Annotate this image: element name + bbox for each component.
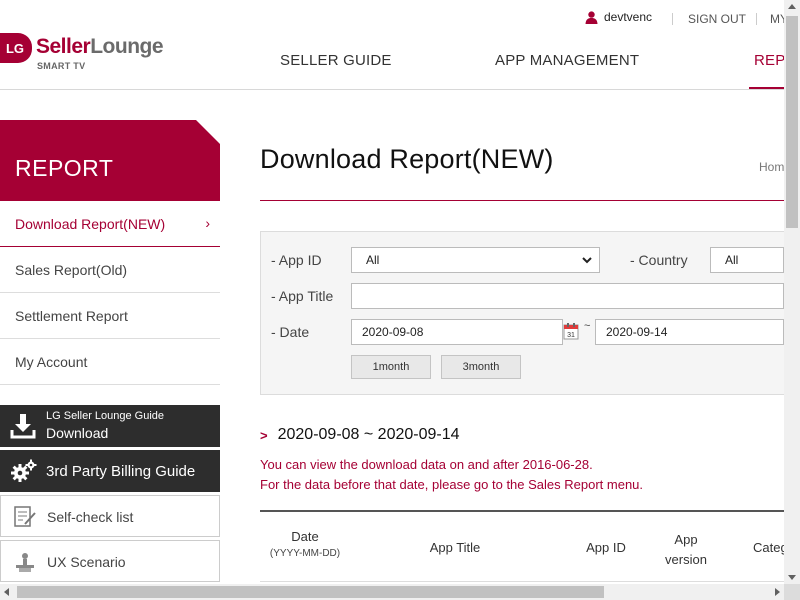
self-check-list-button[interactable]: Self-check list bbox=[0, 495, 220, 537]
gear-icon bbox=[11, 459, 37, 482]
app-title-input[interactable] bbox=[351, 283, 784, 309]
sidebar-item-my-account[interactable]: My Account bbox=[0, 339, 220, 385]
vertical-scrollbar[interactable] bbox=[784, 0, 800, 584]
svg-text:31: 31 bbox=[567, 332, 575, 339]
column-app-title: App Title bbox=[429, 540, 481, 555]
notice-line-2: For the data before that date, please go… bbox=[260, 477, 644, 492]
app-id-label: - App ID bbox=[271, 252, 322, 268]
divider bbox=[756, 13, 757, 25]
column-app-id: App ID bbox=[586, 540, 626, 555]
horizontal-scrollbar[interactable] bbox=[0, 584, 784, 600]
scenario-icon bbox=[16, 553, 34, 572]
ux-scenario-button[interactable]: UX Scenario bbox=[0, 540, 220, 582]
date-from-input[interactable]: 2020-09-08 bbox=[351, 319, 563, 345]
sidebar-item-label: My Account bbox=[15, 353, 88, 370]
sidebar-title: REPORT bbox=[0, 120, 220, 201]
scroll-up-arrow-icon[interactable] bbox=[788, 4, 796, 9]
scroll-left-arrow-icon[interactable] bbox=[4, 588, 9, 596]
page-title: Download Report(NEW) bbox=[260, 144, 554, 174]
horizontal-scroll-thumb[interactable] bbox=[17, 586, 604, 598]
country-label: - Country bbox=[630, 252, 688, 268]
scroll-right-arrow-icon[interactable] bbox=[775, 588, 780, 596]
utility-bar: devtvenc SIGN OUT MY bbox=[585, 10, 800, 30]
date-range-heading: > 2020-09-08 ~ 2020-09-14 bbox=[260, 426, 460, 444]
column-app-version: App version bbox=[665, 532, 707, 567]
app-id-select[interactable]: All bbox=[351, 247, 600, 273]
guide-download-button[interactable]: LG Seller Lounge Guide Download bbox=[0, 405, 220, 447]
sidebar-item-settlement-report[interactable]: Settlement Report bbox=[0, 293, 220, 339]
date-range-text: 2020-09-08 ~ 2020-09-14 bbox=[277, 426, 460, 443]
table-divider bbox=[260, 581, 784, 582]
nav-app-management[interactable]: APP MANAGEMENT bbox=[495, 52, 639, 69]
three-month-button[interactable]: 3month bbox=[441, 355, 521, 379]
app-title-label: - App Title bbox=[271, 288, 334, 304]
lg-logo-badge: LG bbox=[0, 33, 32, 63]
guide-small-label: LG Seller Lounge Guide bbox=[46, 410, 165, 422]
app-id-value: All bbox=[366, 253, 380, 267]
billing-guide-button[interactable]: 3rd Party Billing Guide bbox=[0, 450, 220, 492]
chevron-down-icon bbox=[582, 257, 592, 264]
page: devtvenc SIGN OUT MY LG SellerLounge SMA… bbox=[0, 0, 800, 600]
username: devtvenc bbox=[604, 10, 653, 24]
self-check-list-label: Self-check list bbox=[47, 509, 134, 525]
sidebar-item-label: Sales Report(Old) bbox=[15, 261, 128, 278]
sidebar-item-sales-report[interactable]: Sales Report(Old) bbox=[0, 247, 220, 293]
checklist-icon bbox=[14, 506, 36, 527]
vertical-scroll-thumb[interactable] bbox=[786, 16, 798, 228]
date-to-value: 2020-09-14 bbox=[606, 325, 668, 339]
report-table-header: Date (YYYY-MM-DD) App Title App ID App ve… bbox=[260, 510, 800, 582]
divider bbox=[672, 13, 673, 25]
sidebar-item-label: Settlement Report bbox=[15, 307, 128, 324]
logo-wordmark: SellerLounge bbox=[36, 35, 164, 58]
one-month-button[interactable]: 1month bbox=[351, 355, 431, 379]
calendar-icon[interactable]: 31 bbox=[563, 322, 579, 340]
download-icon bbox=[10, 414, 36, 439]
guide-big-label: Download bbox=[46, 425, 109, 441]
sidebar-title-text: REPORT bbox=[15, 155, 114, 181]
date-label: - Date bbox=[271, 324, 310, 340]
title-divider bbox=[260, 200, 784, 201]
scroll-down-arrow-icon[interactable] bbox=[788, 575, 796, 580]
notice-line-1: You can view the download data on and af… bbox=[260, 457, 593, 472]
user-icon bbox=[585, 10, 598, 24]
chevron-right-icon: › bbox=[205, 215, 210, 231]
column-date: Date (YYYY-MM-DD) bbox=[269, 529, 341, 559]
sidebar-item-download-report[interactable]: Download Report(NEW) › bbox=[0, 201, 220, 247]
date-from-value: 2020-09-08 bbox=[362, 325, 424, 339]
scrollbar-corner bbox=[784, 584, 800, 600]
sidebar-item-label: Download Report(NEW) bbox=[15, 215, 166, 232]
user-menu[interactable]: devtvenc bbox=[585, 10, 652, 24]
nav-seller-guide[interactable]: SELLER GUIDE bbox=[280, 52, 392, 69]
date-to-input[interactable]: 2020-09-14 bbox=[595, 319, 784, 345]
header-divider bbox=[0, 89, 784, 90]
country-value: All bbox=[725, 253, 739, 267]
logo-subtitle: SMART TV bbox=[37, 61, 86, 71]
billing-guide-label: 3rd Party Billing Guide bbox=[46, 463, 196, 480]
ux-scenario-label: UX Scenario bbox=[47, 554, 126, 570]
sign-out-link[interactable]: SIGN OUT bbox=[688, 12, 746, 26]
date-range-separator: ~ bbox=[584, 320, 591, 332]
chevron-right-icon: > bbox=[260, 427, 268, 443]
country-select[interactable]: All bbox=[710, 247, 784, 273]
